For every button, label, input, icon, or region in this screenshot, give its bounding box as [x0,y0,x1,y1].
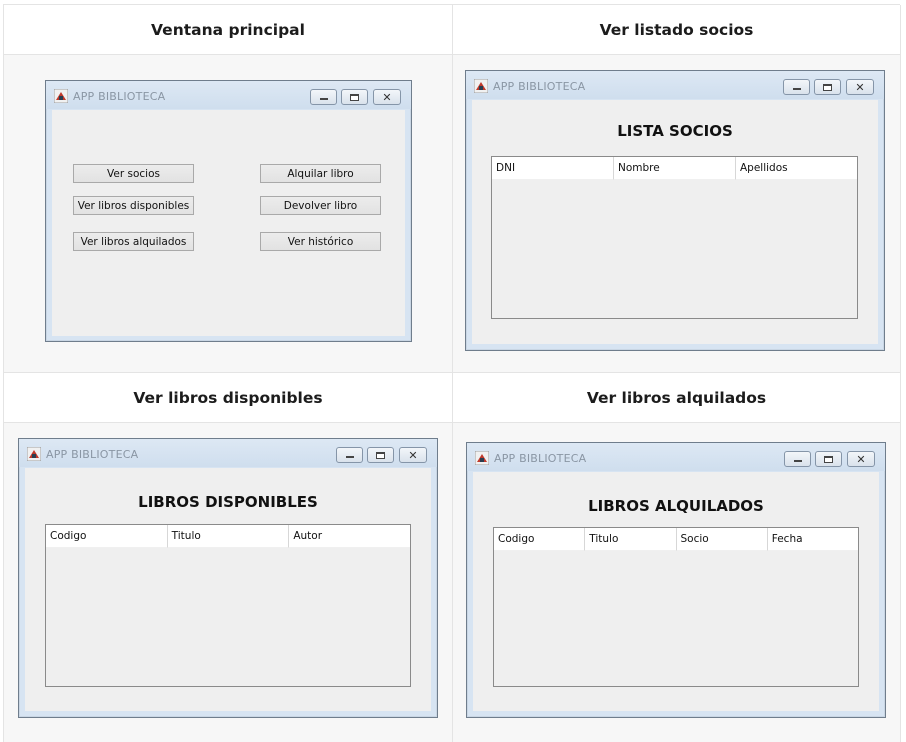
title-bar[interactable]: APP BIBLIOTECA ✕ [466,71,884,99]
maximize-button[interactable] [815,451,842,467]
header-rented-books-label: Ver libros alquilados [586,388,767,407]
header-available-books-label: Ver libros disponibles [133,388,323,407]
header-members-list-label: Ver listado socios [599,20,754,39]
maximize-icon [824,455,833,463]
members-window: APP BIBLIOTECA ✕ LISTA SOCIOS DNI Nombre… [465,70,885,351]
window-title: APP BIBLIOTECA [493,80,586,93]
column-header-apellidos[interactable]: Apellidos [736,157,857,180]
ver-historico-button[interactable]: Ver histórico [260,232,381,251]
alquilar-libro-button[interactable]: Alquilar libro [260,164,381,183]
maximize-icon [823,83,832,91]
app-icon [475,451,489,465]
title-bar[interactable]: APP BIBLIOTECA ✕ [467,443,885,471]
window-title: APP BIBLIOTECA [494,452,587,465]
close-icon: ✕ [856,452,866,466]
rented-books-table[interactable]: Codigo Titulo Socio Fecha [493,527,859,687]
rented-table-header: Codigo Titulo Socio Fecha [494,528,858,551]
header-available-books: Ver libros disponibles [4,373,453,423]
minimize-icon [792,88,801,90]
members-heading: LISTA SOCIOS [617,122,733,140]
available-heading: LIBROS DISPONIBLES [138,493,318,511]
minimize-icon [793,460,802,462]
app-icon [474,79,488,93]
header-rented-books: Ver libros alquilados [453,373,901,423]
members-table-header: DNI Nombre Apellidos [492,157,857,180]
available-books-window: APP BIBLIOTECA ✕ LIBROS DISPONIBLES Codi… [18,438,438,718]
ver-libros-disponibles-button[interactable]: Ver libros disponibles [73,196,194,215]
app-icon [27,447,41,461]
rented-books-window: APP BIBLIOTECA ✕ LIBROS ALQUILADOS Codig… [466,442,886,718]
window-title: APP BIBLIOTECA [73,90,166,103]
column-header-codigo[interactable]: Codigo [46,525,168,548]
header-main-window: Ventana principal [4,5,453,55]
title-bar[interactable]: APP BIBLIOTECA ✕ [46,81,411,109]
close-button[interactable]: ✕ [847,451,875,467]
ver-libros-alquilados-button[interactable]: Ver libros alquilados [73,232,194,251]
column-header-fecha[interactable]: Fecha [767,528,858,551]
members-table[interactable]: DNI Nombre Apellidos [491,156,858,319]
column-header-socio[interactable]: Socio [676,528,768,551]
close-button[interactable]: ✕ [399,447,427,463]
minimize-button[interactable] [310,89,337,105]
main-client-area: Ver socios Ver libros disponibles Ver li… [52,110,405,336]
available-table-header: Codigo Titulo Autor [46,525,411,548]
maximize-button[interactable] [814,79,841,95]
rented-client-area: LIBROS ALQUILADOS Codigo Titulo Socio Fe… [473,472,879,711]
maximize-icon [350,93,359,101]
minimize-button[interactable] [336,447,363,463]
column-header-autor[interactable]: Autor [289,525,411,548]
close-button[interactable]: ✕ [373,89,401,105]
column-header-nombre[interactable]: Nombre [614,157,736,180]
close-button[interactable]: ✕ [846,79,874,95]
column-header-codigo[interactable]: Codigo [494,528,586,551]
title-bar[interactable]: APP BIBLIOTECA ✕ [19,439,437,467]
main-window: APP BIBLIOTECA ✕ Ver socios Ver libros d… [45,80,412,342]
minimize-button[interactable] [784,451,811,467]
column-header-dni[interactable]: DNI [492,157,614,180]
rented-heading: LIBROS ALQUILADOS [588,497,764,515]
maximize-button[interactable] [341,89,368,105]
close-icon: ✕ [408,448,418,462]
maximize-button[interactable] [367,447,394,463]
column-header-titulo[interactable]: Titulo [167,525,290,548]
ver-socios-button[interactable]: Ver socios [73,164,194,183]
members-client-area: LISTA SOCIOS DNI Nombre Apellidos [472,100,878,344]
available-client-area: LIBROS DISPONIBLES Codigo Titulo Autor [25,468,431,711]
column-header-titulo[interactable]: Titulo [585,528,677,551]
close-icon: ✕ [382,90,392,104]
devolver-libro-button[interactable]: Devolver libro [260,196,381,215]
header-main-window-label: Ventana principal [151,20,305,39]
header-members-list: Ver listado socios [453,5,901,55]
minimize-icon [345,456,354,458]
app-icon [54,89,68,103]
minimize-icon [319,98,328,100]
minimize-button[interactable] [783,79,810,95]
close-icon: ✕ [855,80,865,94]
maximize-icon [376,451,385,459]
available-books-table[interactable]: Codigo Titulo Autor [45,524,411,687]
window-title: APP BIBLIOTECA [46,448,139,461]
